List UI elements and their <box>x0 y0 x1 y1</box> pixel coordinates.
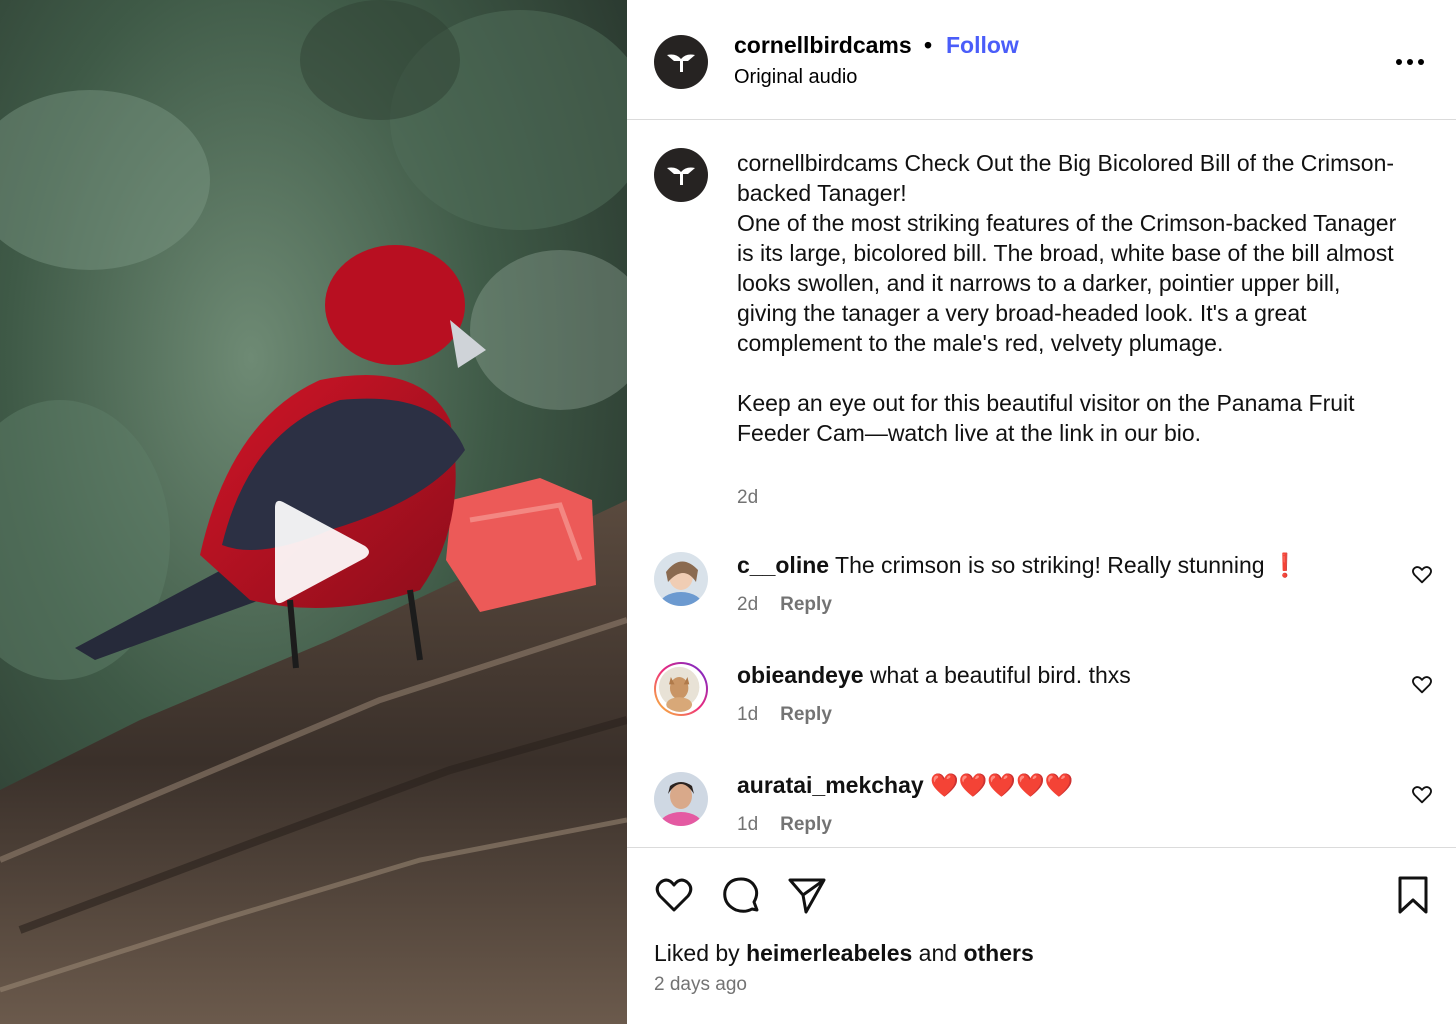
commenter-avatar[interactable] <box>654 772 708 826</box>
video-player[interactable] <box>0 0 627 1024</box>
heart-icon[interactable] <box>1411 564 1433 586</box>
likes-and: and <box>918 940 958 966</box>
comment-text: ❤️❤️❤️❤️❤️ <box>930 772 1074 798</box>
bird-logo-icon <box>667 54 695 72</box>
like-heart-icon[interactable] <box>653 874 695 916</box>
comment-item: c__oline The crimson is so striking! Rea… <box>627 552 1456 642</box>
account-avatar[interactable] <box>654 35 708 89</box>
more-horizontal-icon[interactable] <box>1393 48 1429 76</box>
comment-time[interactable]: 2d <box>737 594 758 615</box>
separator-dot: • <box>924 32 933 58</box>
audio-label[interactable]: Original audio <box>734 66 857 89</box>
reply-button[interactable]: Reply <box>780 704 832 725</box>
reply-button[interactable]: Reply <box>780 814 832 835</box>
caption-body-2: Keep an eye out for this beautiful visit… <box>737 390 1361 446</box>
bookmark-icon[interactable] <box>1392 874 1434 916</box>
caption-timestamp[interactable]: 2d <box>737 487 758 509</box>
post-header: cornellbirdcams • Follow Original audio <box>627 4 1456 120</box>
comment-item: obieandeye what a beautiful bird. thxs 1… <box>627 662 1456 752</box>
play-button[interactable] <box>262 494 378 610</box>
comment-text: what a beautiful bird. thxs <box>869 662 1131 688</box>
caption-body: One of the most striking features of the… <box>737 210 1403 356</box>
post-actions-bar: Liked by heimerleabeles and others 2 day… <box>627 847 1456 1020</box>
comment-time[interactable]: 1d <box>737 704 758 725</box>
heart-icon[interactable] <box>1411 784 1433 806</box>
comment-username[interactable]: auratai_mekchay <box>737 772 924 798</box>
play-icon <box>275 500 369 604</box>
likes-summary[interactable]: Liked by heimerleabeles and others <box>654 940 1034 967</box>
post-detail-panel: cornellbirdcams • Follow Original audio … <box>627 4 1456 1020</box>
comment-username[interactable]: c__oline <box>737 552 829 578</box>
caption-username[interactable]: cornellbirdcams <box>737 150 898 176</box>
commenter-avatar[interactable] <box>654 662 708 716</box>
comment-text: The crimson is so striking! Really stunn… <box>835 552 1300 578</box>
follow-button[interactable]: Follow <box>946 32 1019 59</box>
reply-button[interactable]: Reply <box>780 594 832 615</box>
likes-others[interactable]: others <box>963 940 1033 966</box>
post-timestamp: 2 days ago <box>654 974 747 995</box>
send-icon[interactable] <box>786 874 828 916</box>
post-username[interactable]: cornellbirdcams <box>734 32 912 59</box>
heart-icon[interactable] <box>1411 674 1433 696</box>
comment-username[interactable]: obieandeye <box>737 662 864 688</box>
post-caption: cornellbirdcams Check Out the Big Bicolo… <box>737 148 1397 448</box>
likes-user[interactable]: heimerleabeles <box>746 940 912 966</box>
comment-time[interactable]: 1d <box>737 814 758 835</box>
comment-icon[interactable] <box>720 874 762 916</box>
bird-logo-icon <box>667 167 695 185</box>
commenter-avatar[interactable] <box>654 552 708 606</box>
likes-prefix: Liked by <box>654 940 740 966</box>
caption-avatar[interactable] <box>654 148 708 202</box>
